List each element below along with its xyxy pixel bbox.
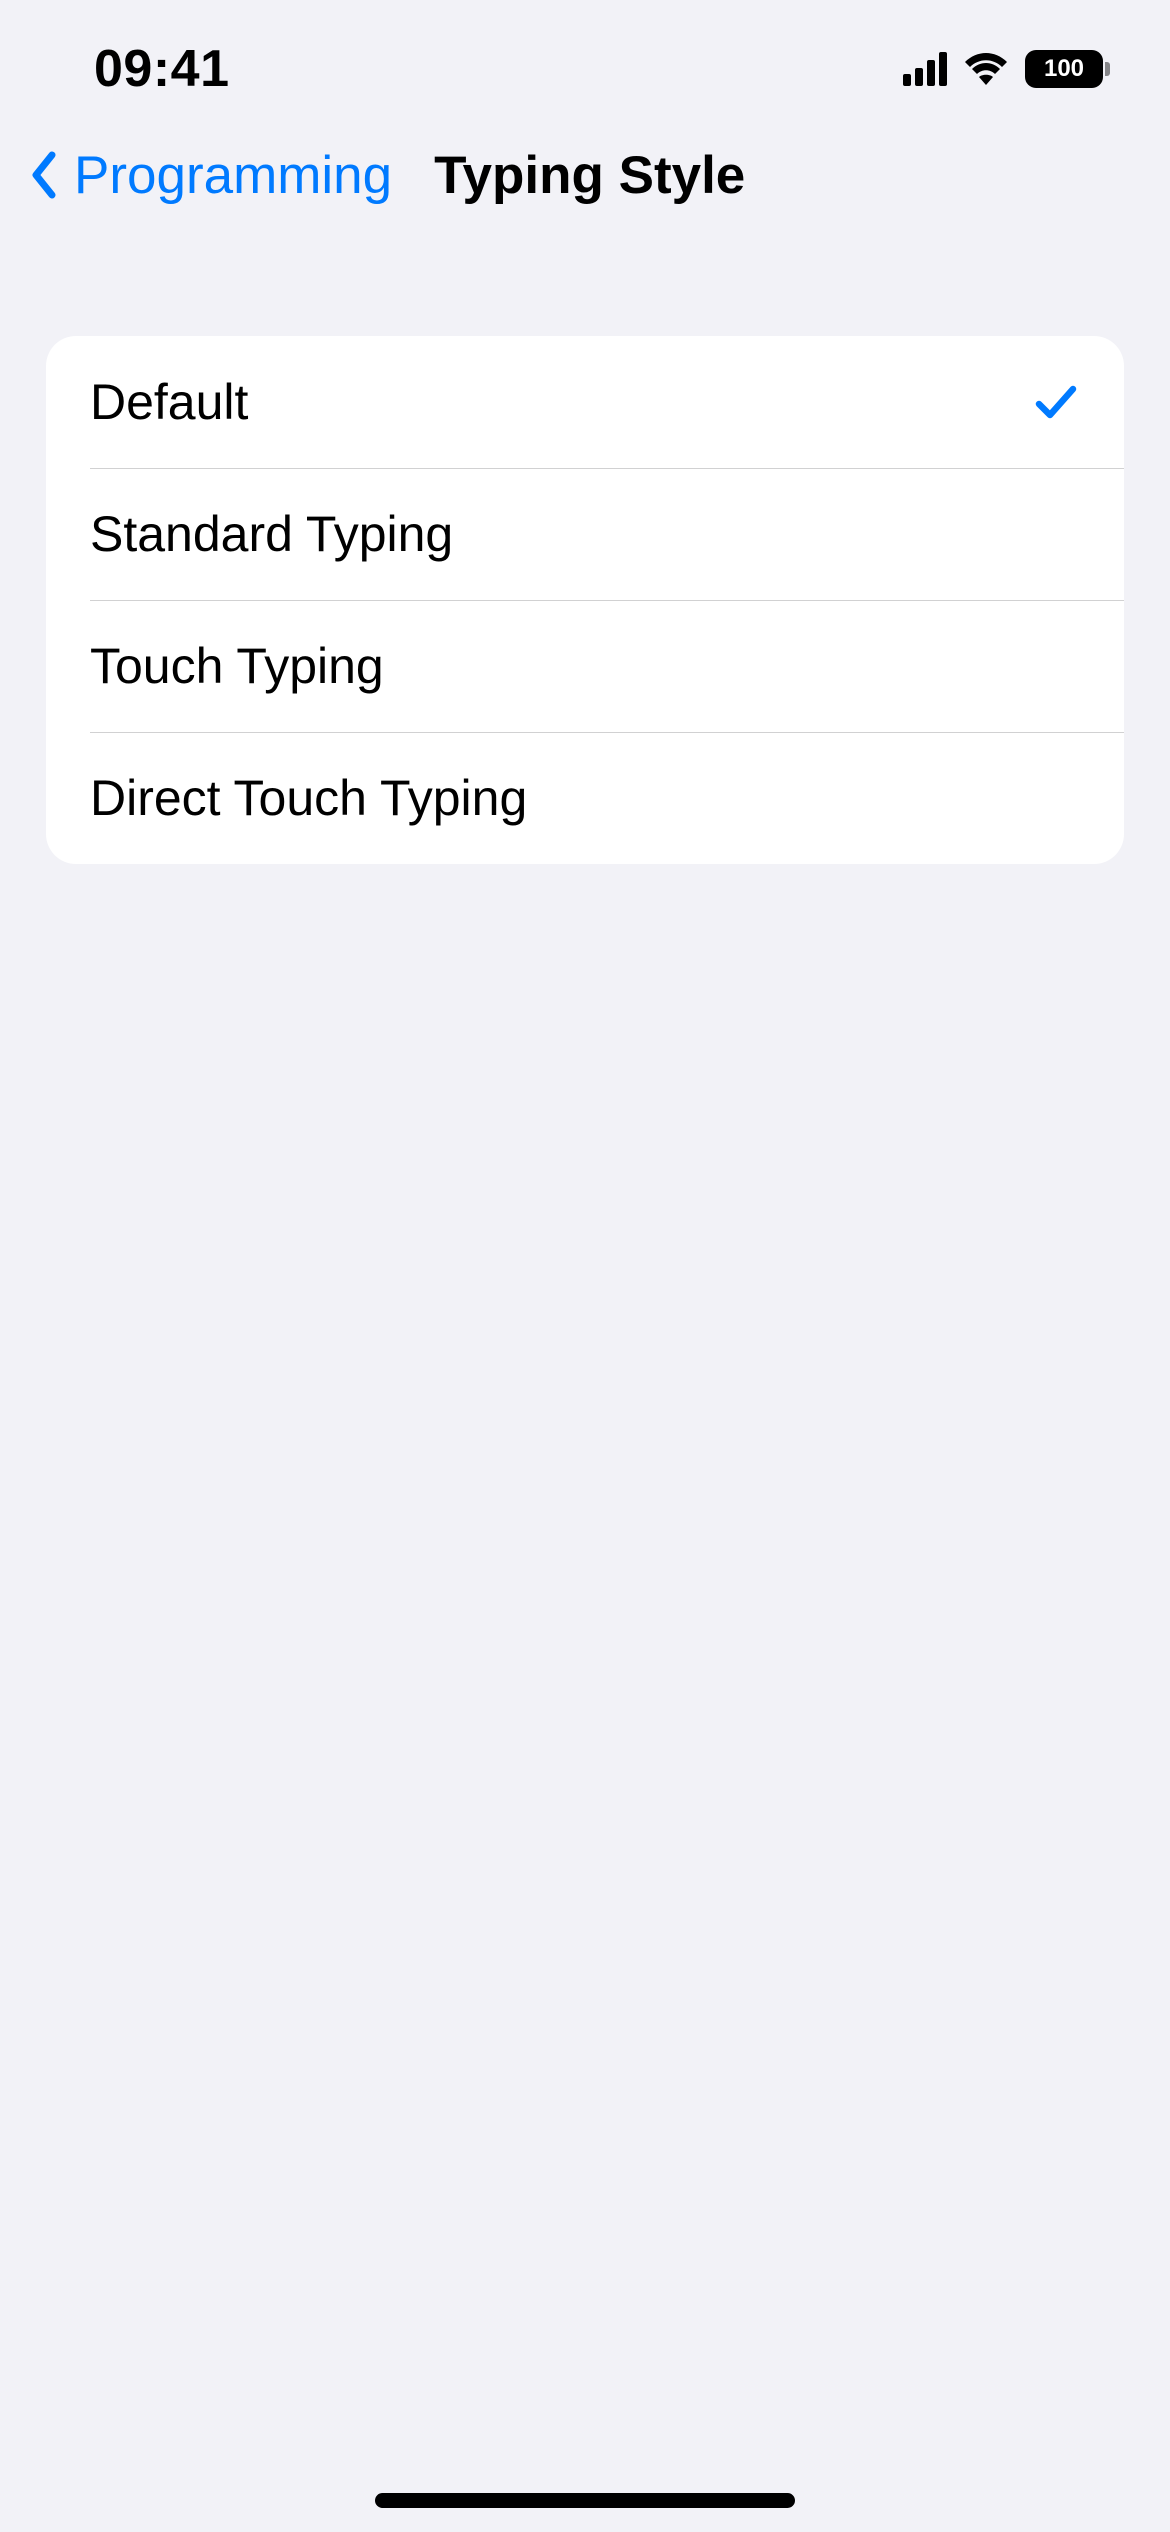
back-button[interactable]: Programming: [74, 145, 392, 206]
option-label: Direct Touch Typing: [90, 769, 527, 827]
option-touch-typing[interactable]: Touch Typing: [46, 600, 1124, 732]
option-label: Touch Typing: [90, 637, 384, 695]
wifi-icon: [963, 52, 1009, 86]
status-bar: 09:41 100: [0, 0, 1170, 110]
battery-icon: 100: [1025, 50, 1110, 88]
typing-style-options-list: Default Standard Typing Touch Typing Dir…: [46, 336, 1124, 864]
option-label: Standard Typing: [90, 505, 453, 563]
option-label: Default: [90, 373, 248, 431]
option-direct-touch-typing[interactable]: Direct Touch Typing: [46, 732, 1124, 864]
option-default[interactable]: Default: [46, 336, 1124, 468]
battery-level: 100: [1044, 55, 1084, 83]
status-time: 09:41: [94, 39, 230, 99]
cellular-signal-icon: [903, 52, 947, 86]
checkmark-icon: [1032, 378, 1080, 426]
status-right-cluster: 100: [903, 50, 1110, 88]
back-chevron-icon[interactable]: [28, 149, 60, 201]
option-standard-typing[interactable]: Standard Typing: [46, 468, 1124, 600]
navigation-bar: Programming Typing Style: [0, 110, 1170, 240]
home-indicator[interactable]: [375, 2493, 795, 2508]
page-title: Typing Style: [434, 145, 745, 206]
